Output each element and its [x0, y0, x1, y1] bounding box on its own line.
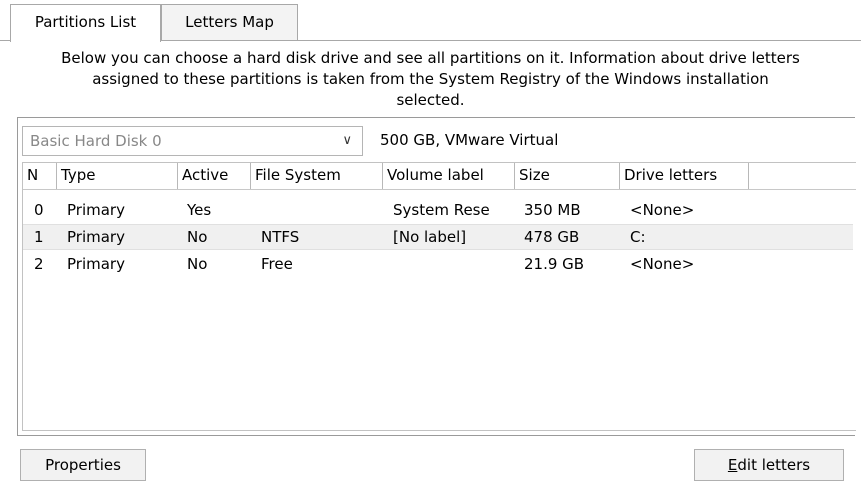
- table-row[interactable]: 0 Primary Yes System Rese 350 MB <None>: [23, 197, 853, 223]
- table-row[interactable]: 1 Primary No NTFS [No label] 478 GB C:: [23, 224, 853, 250]
- cell-file-system: NTFS: [261, 228, 300, 246]
- disk-info: 500 GB, VMware Virtual: [380, 131, 559, 149]
- cell-n: 1: [34, 228, 44, 246]
- description: Below you can choose a hard disk drive a…: [0, 48, 861, 111]
- column-header-file-system[interactable]: File System: [251, 163, 383, 189]
- column-header-size[interactable]: Size: [515, 163, 620, 189]
- disk-select-value: Basic Hard Disk 0: [30, 132, 162, 150]
- cell-active: No: [187, 228, 208, 246]
- description-line-2: assigned to these partitions is taken fr…: [92, 70, 769, 88]
- table-header: N Type Active File System Volume label S…: [23, 163, 856, 190]
- cell-type: Primary: [67, 201, 125, 219]
- disk-panel: Basic Hard Disk 0 ∨ 500 GB, VMware Virtu…: [17, 117, 856, 436]
- column-header-volume-label[interactable]: Volume label: [383, 163, 515, 189]
- cell-size: 21.9 GB: [524, 255, 585, 273]
- cell-n: 0: [34, 201, 44, 219]
- cell-n: 2: [34, 255, 44, 273]
- edit-letters-mnemonic: E: [727, 456, 738, 474]
- cell-type: Primary: [67, 255, 125, 273]
- cell-drive-letters: C:: [630, 228, 646, 246]
- table-row[interactable]: 2 Primary No Free 21.9 GB <None>: [23, 251, 853, 277]
- cell-volume-label: [No label]: [393, 228, 467, 246]
- tab-bar: Partitions List Letters Map: [0, 0, 861, 42]
- cell-size: 350 MB: [524, 201, 581, 219]
- cell-type: Primary: [67, 228, 125, 246]
- column-header-type[interactable]: Type: [57, 163, 178, 189]
- cell-active: Yes: [187, 201, 212, 219]
- cell-drive-letters: <None>: [630, 201, 695, 219]
- chevron-down-icon[interactable]: ∨: [342, 127, 352, 155]
- edit-letters-button[interactable]: Edit letters: [694, 449, 844, 481]
- cell-size: 478 GB: [524, 228, 580, 246]
- partitions-table: N Type Active File System Volume label S…: [22, 162, 856, 431]
- cell-drive-letters: <None>: [630, 255, 695, 273]
- tab-partitions-list[interactable]: Partitions List: [10, 4, 161, 42]
- properties-button[interactable]: Properties: [20, 449, 146, 481]
- column-header-active[interactable]: Active: [178, 163, 251, 189]
- tab-letters-map[interactable]: Letters Map: [161, 4, 298, 40]
- column-header-drive-letters[interactable]: Drive letters: [620, 163, 749, 189]
- column-header-n[interactable]: N: [23, 163, 57, 189]
- cell-file-system: Free: [261, 255, 293, 273]
- description-line-1: Below you can choose a hard disk drive a…: [61, 49, 800, 67]
- disk-select[interactable]: Basic Hard Disk 0 ∨: [22, 126, 363, 156]
- edit-letters-label: dit letters: [737, 456, 811, 474]
- cell-active: No: [187, 255, 208, 273]
- description-line-3: selected.: [396, 91, 465, 109]
- cell-volume-label: System Rese: [393, 201, 490, 219]
